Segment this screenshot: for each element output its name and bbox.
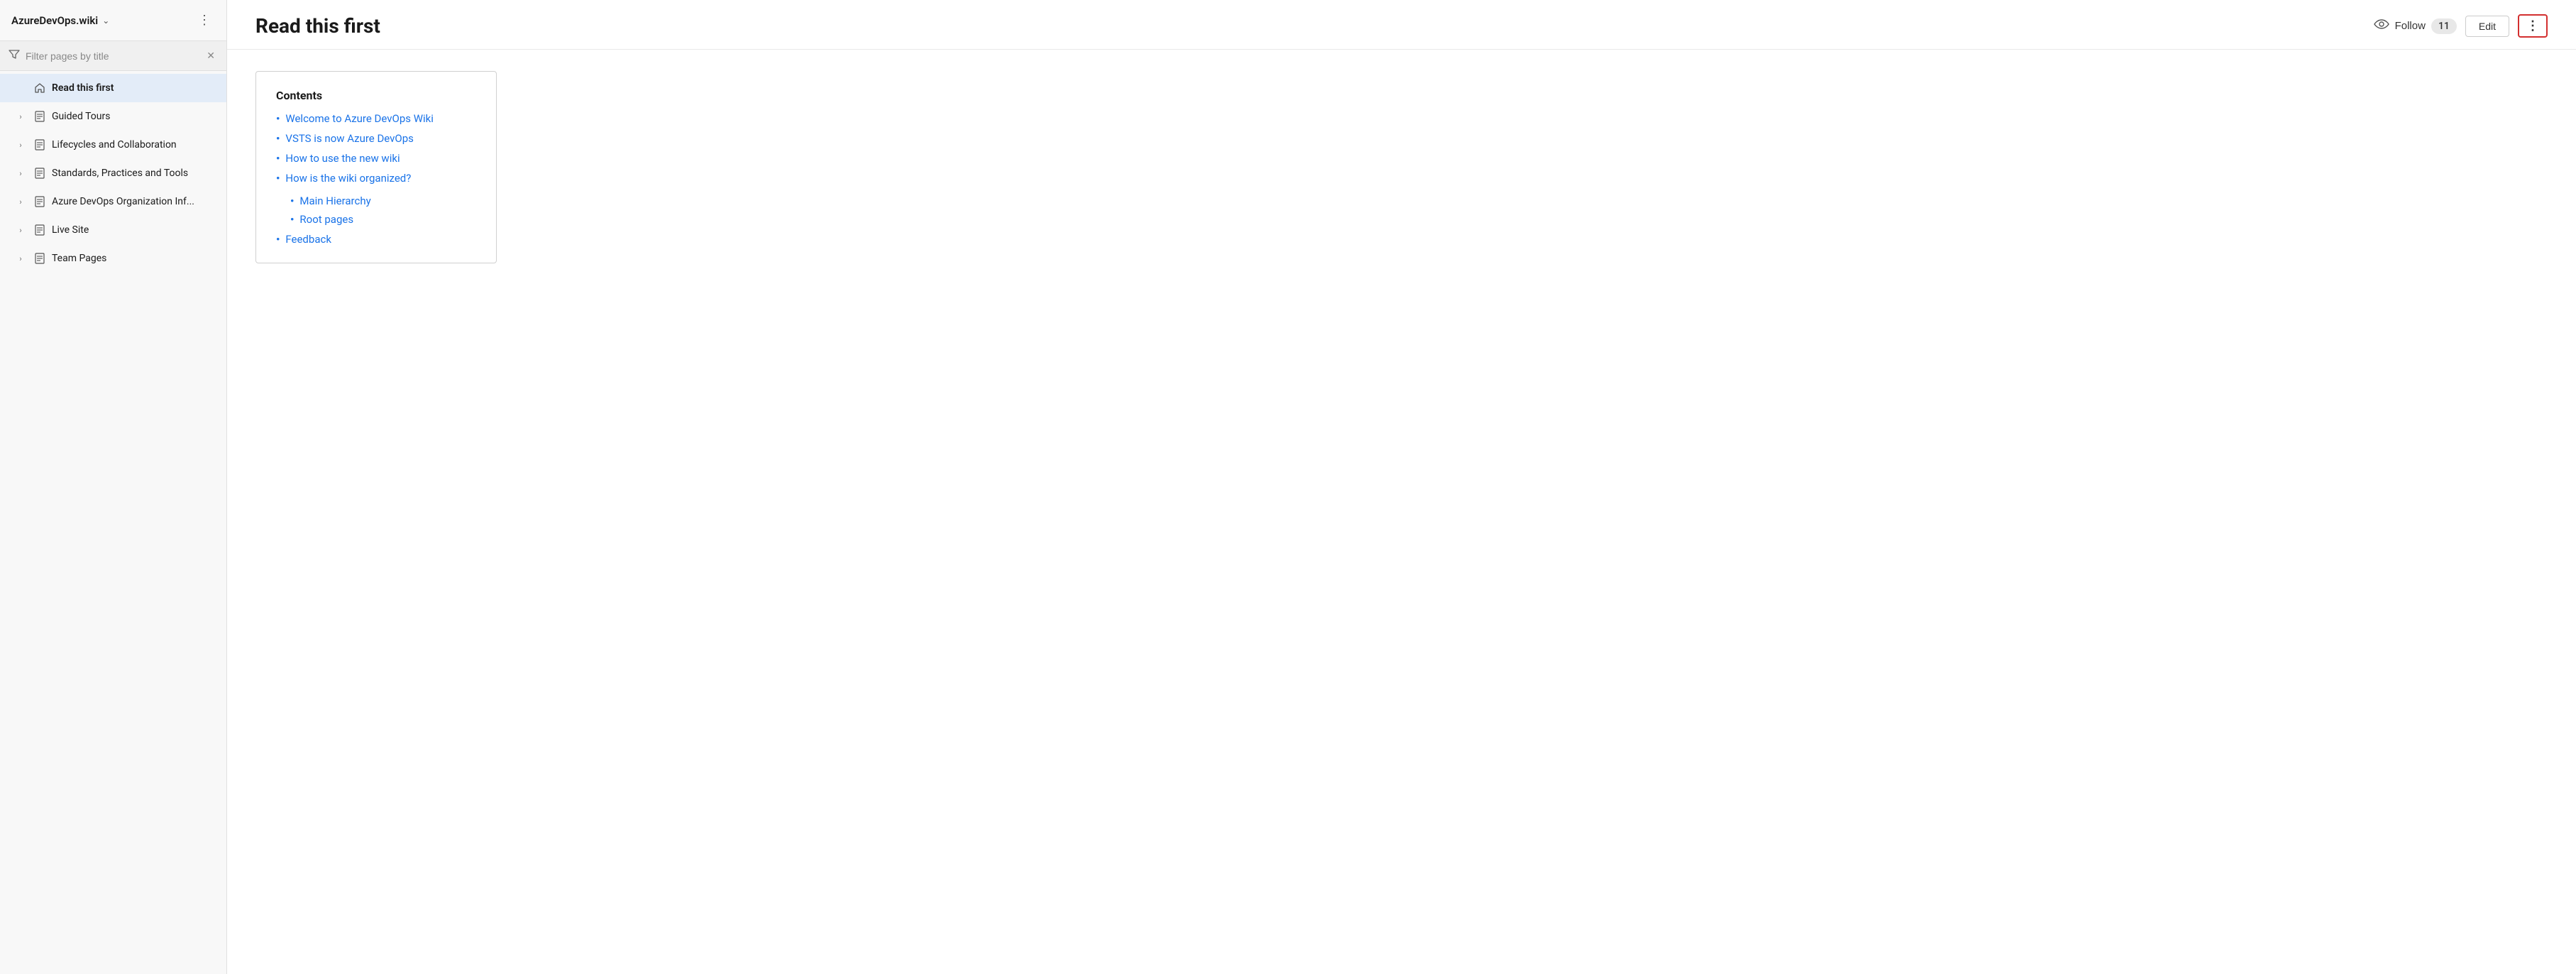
contents-item-how-organized: • How is the wiki organized? • Main Hier… <box>276 172 476 226</box>
follow-count-badge: 11 <box>2431 18 2457 34</box>
filter-clear-button[interactable]: ✕ <box>204 48 218 63</box>
sidebar-item-read-this-first[interactable]: Read this first <box>0 74 226 102</box>
contents-subitem-root-pages: • Root pages <box>290 213 371 226</box>
edit-button[interactable]: Edit <box>2465 16 2509 37</box>
sidebar-item-label-live-site: Live Site <box>52 224 89 236</box>
sub-bullet-icon: • <box>290 213 294 226</box>
sidebar-item-label-team-pages: Team Pages <box>52 253 106 264</box>
expand-icon-lifecycles: › <box>13 138 28 152</box>
expand-icon-guided-tours: › <box>13 109 28 124</box>
expand-icon-team-pages: › <box>13 251 28 266</box>
bullet-icon: • <box>276 172 280 185</box>
expand-icon-live-site: › <box>13 223 28 237</box>
contents-link-main-hierarchy[interactable]: Main Hierarchy <box>299 195 370 207</box>
page-icon-standards <box>33 167 46 180</box>
contents-item-welcome: • Welcome to Azure DevOps Wiki <box>276 112 476 125</box>
page-icon-team-pages <box>33 252 46 265</box>
sidebar-header: AzureDevOps.wiki ⌄ ⋮ <box>0 0 226 41</box>
sidebar-item-label-standards: Standards, Practices and Tools <box>52 168 188 179</box>
sidebar-item-label-lifecycles: Lifecycles and Collaboration <box>52 139 177 151</box>
header-actions: Follow 11 Edit ⋮ <box>2374 14 2548 38</box>
page-icon-azure-devops-org <box>33 195 46 208</box>
home-icon <box>33 82 46 94</box>
nav-items: Read this first › Guided Tours › <box>0 71 226 275</box>
sidebar: AzureDevOps.wiki ⌄ ⋮ ✕ Read this first › <box>0 0 227 974</box>
sidebar-more-button[interactable]: ⋮ <box>194 10 215 31</box>
contents-link-root-pages[interactable]: Root pages <box>299 213 353 226</box>
page-icon-live-site <box>33 224 46 236</box>
page-icon-lifecycles <box>33 138 46 151</box>
sidebar-item-label-azure-devops-org: Azure DevOps Organization Inf... <box>52 196 194 207</box>
contents-link-welcome[interactable]: Welcome to Azure DevOps Wiki <box>285 112 434 125</box>
contents-link-how-to-use[interactable]: How to use the new wiki <box>285 152 400 165</box>
contents-item-how-to-use: • How to use the new wiki <box>276 152 476 165</box>
sidebar-item-guided-tours[interactable]: › Guided Tours <box>0 102 226 131</box>
contents-title: Contents <box>276 89 476 102</box>
filter-row: ✕ <box>0 41 226 71</box>
chevron-down-icon: ⌄ <box>102 16 109 26</box>
sidebar-item-lifecycles[interactable]: › Lifecycles and Collaboration <box>0 131 226 159</box>
sidebar-item-live-site[interactable]: › Live Site <box>0 216 226 244</box>
more-actions-button[interactable]: ⋮ <box>2518 14 2548 38</box>
main-content: Read this first Follow 11 Edit ⋮ Content… <box>227 0 2576 974</box>
sidebar-item-standards[interactable]: › Standards, Practices and Tools <box>0 159 226 187</box>
expand-placeholder <box>13 81 28 95</box>
sidebar-title: AzureDevOps.wiki <box>11 14 98 27</box>
expand-icon-azure-devops-org: › <box>13 195 28 209</box>
eye-icon <box>2374 18 2389 33</box>
sidebar-item-team-pages[interactable]: › Team Pages <box>0 244 226 273</box>
contents-item-feedback: • Feedback <box>276 233 476 246</box>
contents-sub-list: • Main Hierarchy • Root pages <box>290 195 371 226</box>
contents-box: Contents • Welcome to Azure DevOps Wiki … <box>255 71 497 263</box>
page-icon-guided-tours <box>33 110 46 123</box>
main-header: Read this first Follow 11 Edit ⋮ <box>227 0 2576 50</box>
sub-bullet-icon: • <box>290 195 294 207</box>
sidebar-item-label-read-this-first: Read this first <box>52 82 114 94</box>
contents-subitem-main-hierarchy: • Main Hierarchy <box>290 195 371 207</box>
sidebar-item-label-guided-tours: Guided Tours <box>52 111 110 122</box>
page-body: Contents • Welcome to Azure DevOps Wiki … <box>227 50 2576 285</box>
filter-icon <box>9 49 20 63</box>
bullet-icon: • <box>276 132 280 145</box>
filter-input[interactable] <box>26 50 198 62</box>
bullet-icon: • <box>276 152 280 165</box>
sidebar-item-azure-devops-org[interactable]: › Azure DevOps Organization Inf... <box>0 187 226 216</box>
contents-link-vsts[interactable]: VSTS is now Azure DevOps <box>285 132 414 145</box>
expand-icon-standards: › <box>13 166 28 180</box>
contents-list: • Welcome to Azure DevOps Wiki • VSTS is… <box>276 112 476 246</box>
sidebar-title-row: AzureDevOps.wiki ⌄ <box>11 14 109 27</box>
contents-item-vsts: • VSTS is now Azure DevOps <box>276 132 476 145</box>
follow-area: Follow 11 <box>2374 18 2457 34</box>
contents-link-feedback[interactable]: Feedback <box>285 233 331 246</box>
follow-button[interactable]: Follow <box>2395 20 2426 32</box>
page-title: Read this first <box>255 14 380 38</box>
bullet-icon: • <box>276 233 280 246</box>
bullet-icon: • <box>276 112 280 125</box>
contents-link-how-organized[interactable]: How is the wiki organized? <box>285 172 411 185</box>
